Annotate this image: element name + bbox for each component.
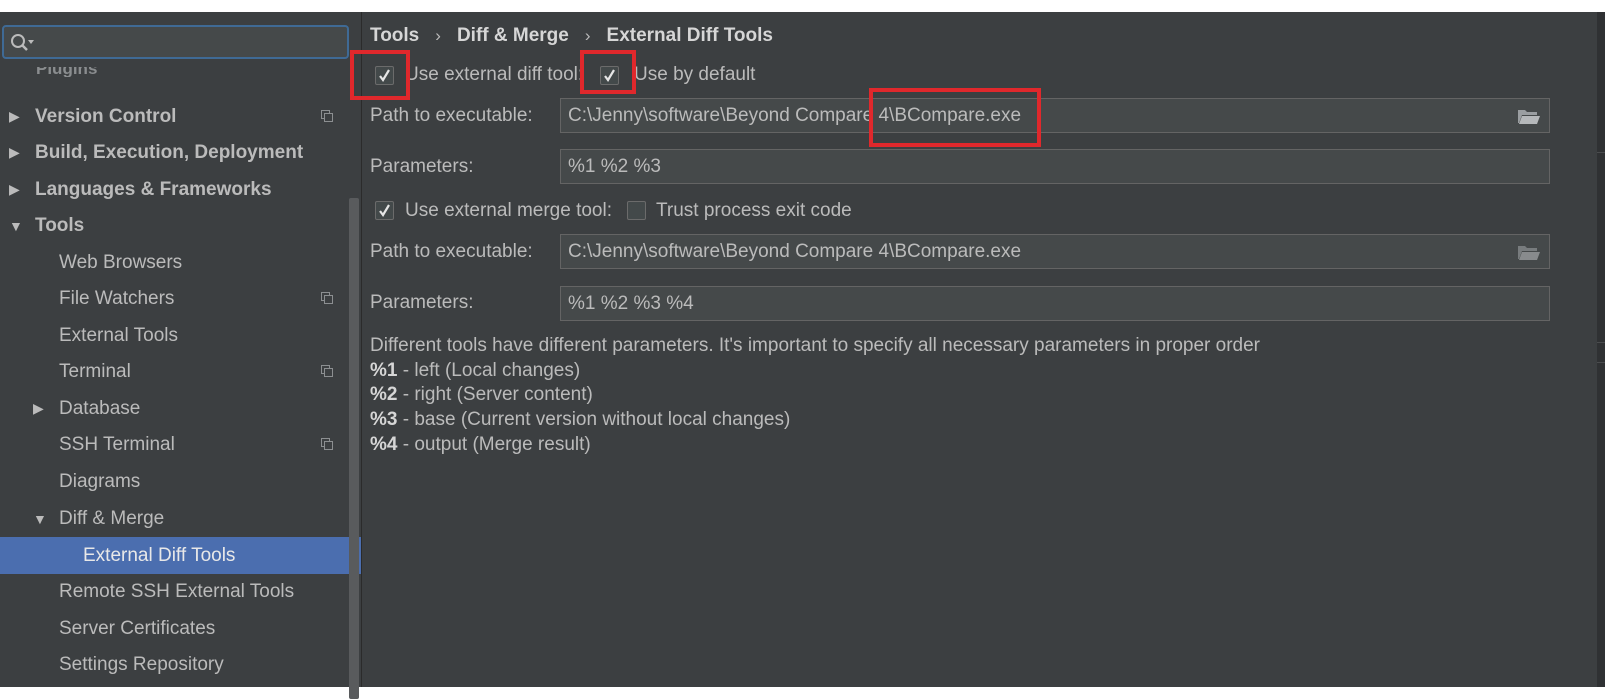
sidebar-item[interactable]: Web Browsers: [0, 244, 361, 281]
use-by-default-label[interactable]: Use by default: [634, 64, 755, 86]
sidebar-item-label: Terminal: [59, 360, 131, 382]
breadcrumb-tools[interactable]: Tools: [370, 25, 419, 47]
sidebar-item-label: Languages & Frameworks: [35, 178, 272, 200]
checkmark-icon: [379, 204, 390, 217]
folder-icon[interactable]: [1517, 107, 1541, 125]
breadcrumb-external-diff-tools: External Diff Tools: [606, 25, 773, 46]
help-param-desc: - output (Merge result): [397, 434, 591, 455]
sidebar-item-label: External Tools: [59, 324, 178, 346]
sidebar-item-label: SSH Terminal: [59, 433, 175, 455]
sidebar-item[interactable]: Remote SSH External Tools: [0, 573, 361, 610]
highlight-box: [580, 50, 636, 94]
help-param-desc: - left (Local changes): [397, 360, 581, 381]
copy-settings-icon: [321, 110, 333, 122]
help-param-key: %1: [370, 360, 398, 381]
folder-icon[interactable]: [1517, 243, 1541, 261]
breadcrumb-diff-merge[interactable]: Diff & Merge: [457, 25, 569, 47]
highlight-box: [869, 88, 1041, 147]
tree-item-plugins-partial[interactable]: Plugins: [36, 67, 97, 77]
diff-path-field[interactable]: C:\Jenny\software\Beyond Compare 4\BComp…: [560, 98, 1550, 133]
breadcrumb-separator-icon: ›: [435, 26, 441, 45]
copy-settings-icon: [321, 365, 333, 377]
sidebar-item-label: Version Control: [35, 105, 177, 127]
diff-path-label: Path to executable:: [370, 105, 533, 126]
help-param-desc: - right (Server content): [397, 384, 593, 405]
diff-params-label: Parameters:: [370, 156, 474, 177]
trust-exit-code-checkbox[interactable]: [627, 201, 646, 220]
expanded-arrow-icon[interactable]: ▼: [33, 511, 47, 527]
edge-mark: [1597, 152, 1605, 153]
help-param-1: %1 - left (Local changes): [370, 360, 580, 382]
sidebar-item[interactable]: ▶ Build, Execution, Deployment: [0, 134, 361, 171]
help-param-2: %2 - right (Server content): [370, 384, 593, 406]
help-param-key: %2: [370, 384, 398, 405]
help-param-3: %3 - base (Current version without local…: [370, 409, 790, 431]
sidebar-item[interactable]: ▶ Languages & Frameworks: [0, 171, 361, 208]
sidebar-item[interactable]: Server Certificates: [0, 610, 361, 647]
collapsed-arrow-icon[interactable]: ▶: [33, 400, 44, 417]
edge-mark: [1597, 362, 1605, 363]
search-input[interactable]: [42, 31, 341, 55]
use-external-merge-label[interactable]: Use external merge tool:: [405, 200, 612, 222]
diff-params-value[interactable]: %1 %2 %3: [568, 156, 661, 178]
trust-exit-code-label[interactable]: Trust process exit code: [656, 200, 852, 222]
sidebar-item[interactable]: ▶ Database: [0, 390, 361, 427]
sidebar-item-label: Remote SSH External Tools: [59, 580, 295, 602]
copy-settings-icon: [321, 292, 333, 304]
use-external-diff-label[interactable]: Use external diff tool:: [405, 64, 583, 86]
sidebar-item-label: Database: [59, 397, 141, 419]
collapsed-arrow-icon[interactable]: ▶: [9, 108, 20, 125]
merge-path-field[interactable]: C:\Jenny\software\Beyond Compare 4\BComp…: [560, 234, 1550, 269]
expanded-arrow-icon[interactable]: ▼: [9, 218, 23, 234]
sidebar-item[interactable]: Terminal: [0, 353, 361, 390]
merge-params-value[interactable]: %1 %2 %3 %4: [568, 293, 694, 315]
merge-path-value[interactable]: C:\Jenny\software\Beyond Compare 4\BComp…: [568, 241, 1021, 263]
sidebar-item-label: Diff & Merge: [59, 507, 165, 529]
sidebar-item[interactable]: ▼ Diff & Merge: [0, 500, 361, 537]
merge-params-label: Parameters:: [370, 292, 474, 313]
search-field[interactable]: [2, 25, 349, 59]
sidebar-item-label: Server Certificates: [59, 617, 216, 639]
sidebar-item[interactable]: Settings Repository: [0, 646, 361, 683]
use-external-merge-checkbox[interactable]: [375, 201, 394, 220]
sidebar-item[interactable]: ▼ Tools: [0, 207, 361, 244]
breadcrumb-separator-icon: ›: [584, 26, 591, 45]
collapsed-arrow-icon[interactable]: ▶: [9, 144, 20, 161]
breadcrumb: Tools › Diff & Merge › External Diff Too…: [370, 25, 773, 47]
top-strip: [0, 0, 1605, 12]
sidebar-item-label: Tools: [35, 214, 85, 236]
collapsed-arrow-icon[interactable]: ▶: [9, 181, 20, 198]
highlight-box: [350, 50, 410, 100]
help-param-4: %4 - output (Merge result): [370, 434, 591, 456]
sidebar-item[interactable]: ▶ Version Control: [0, 98, 361, 135]
right-edge-panel: [1597, 12, 1605, 687]
sidebar-scrollbar[interactable]: [349, 198, 359, 699]
merge-params-field[interactable]: %1 %2 %3 %4: [560, 286, 1550, 321]
search-icon: [11, 34, 34, 51]
help-param-desc: - base (Current version without local ch…: [397, 409, 791, 430]
merge-path-label: Path to executable:: [370, 241, 533, 262]
sidebar-item-label: Web Browsers: [59, 251, 183, 273]
help-intro: Different tools have different parameter…: [370, 335, 1261, 356]
sidebar-item-label: External Diff Tools: [83, 544, 236, 566]
sidebar-item-label: Settings Repository: [59, 653, 224, 675]
sidebar-item[interactable]: Diagrams: [0, 463, 361, 500]
sidebar-item[interactable]: External Tools: [0, 317, 361, 354]
settings-sidebar: Plugins ▶ Version Control ▶ Build, Executio…: [0, 12, 361, 699]
copy-settings-icon: [321, 438, 333, 450]
sidebar-item-label: Diagrams: [59, 470, 141, 492]
help-param-key: %3: [370, 409, 398, 430]
sidebar-item[interactable]: File Watchers: [0, 280, 361, 317]
sidebar-item[interactable]: External Diff Tools: [0, 537, 361, 574]
diff-params-field[interactable]: %1 %2 %3: [560, 149, 1550, 184]
sidebar-item-label: File Watchers: [59, 287, 175, 309]
sidebar-item[interactable]: SSH Terminal: [0, 426, 361, 463]
help-param-key: %4: [370, 434, 398, 455]
sidebar-item-label: Build, Execution, Deployment: [35, 141, 304, 163]
edge-mark: [1597, 342, 1605, 343]
